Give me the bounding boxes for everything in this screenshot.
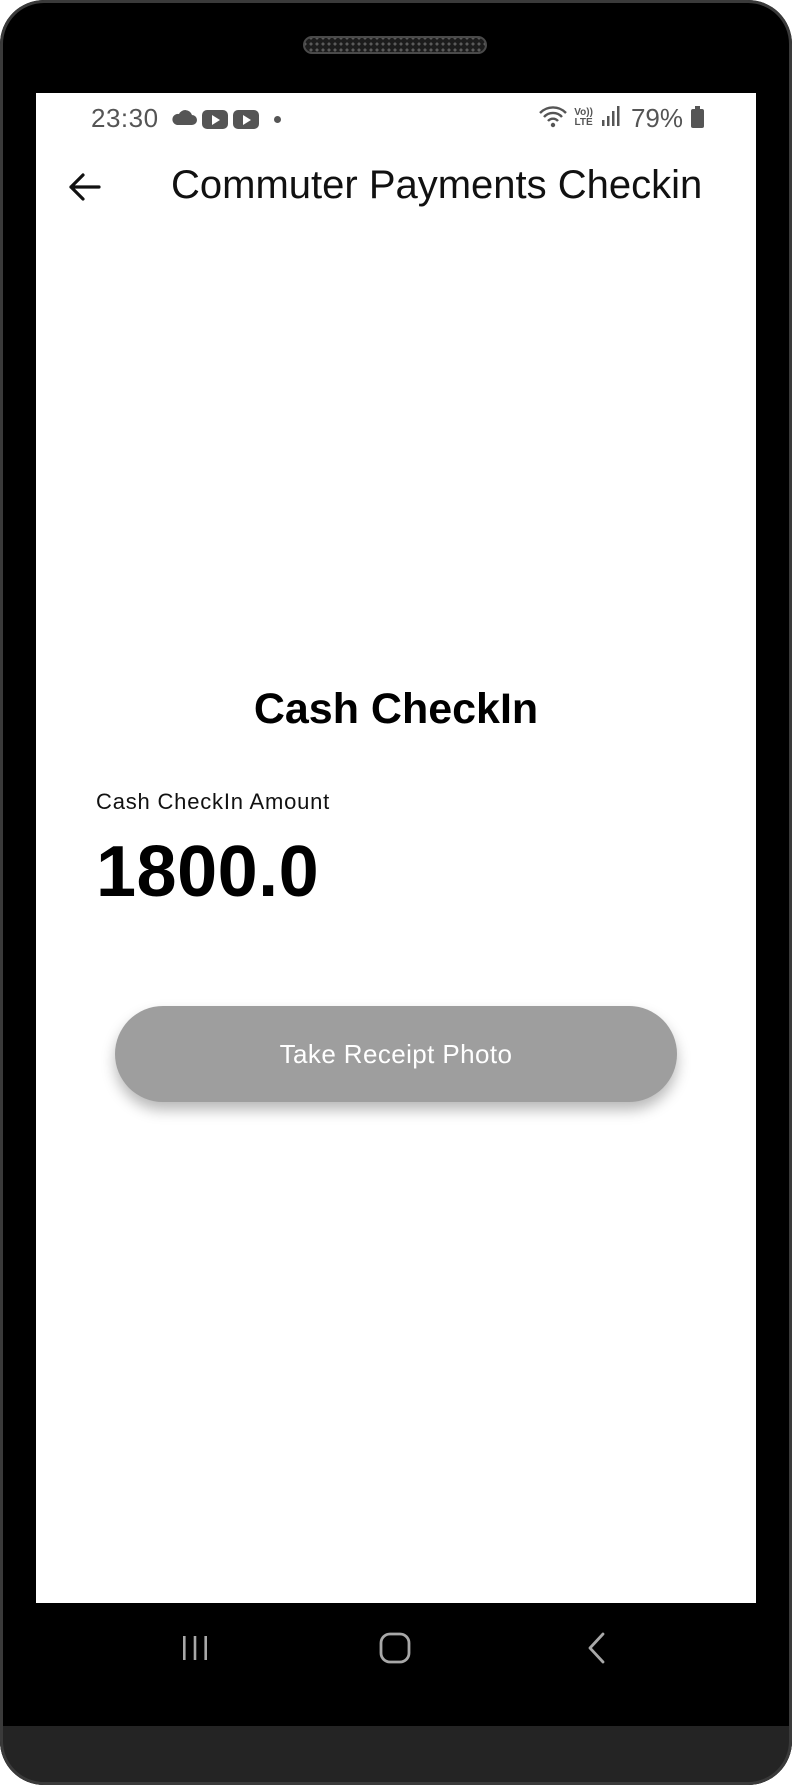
app-screen: 23:30 Vo)) LTE 79% Commuter Payments Che… (36, 93, 756, 1603)
back-button[interactable] (58, 161, 110, 213)
status-bar: 23:30 Vo)) LTE 79% (36, 93, 756, 143)
amount-label: Cash CheckIn Amount (96, 789, 331, 814)
home-button[interactable] (365, 1623, 425, 1673)
status-time: 23:30 (91, 103, 159, 133)
nav-back-button[interactable] (567, 1623, 627, 1673)
amount-value: 1800.0 (96, 832, 320, 912)
battery-percent: 79% (630, 102, 683, 133)
phone-frame: 23:30 Vo)) LTE 79% Commuter Payments Che… (0, 0, 792, 1785)
lte-label: LTE (574, 117, 593, 128)
system-status-icons: Vo)) LTE 79% (538, 103, 704, 133)
youtube-icon (233, 109, 259, 129)
signal-icon (601, 105, 621, 132)
notification-icons (171, 108, 281, 130)
earpiece-speaker (303, 36, 487, 54)
recents-button[interactable] (165, 1623, 225, 1673)
phone-chin (0, 1726, 792, 1785)
take-receipt-photo-button[interactable]: Take Receipt Photo (115, 1006, 677, 1102)
home-icon (379, 1632, 411, 1664)
app-bar: Commuter Payments Checkin (36, 143, 756, 233)
page-title: Commuter Payments Checkin (171, 163, 703, 207)
lte-indicator: Vo)) LTE (574, 108, 593, 128)
wifi-icon (538, 104, 568, 133)
back-chevron-icon (588, 1632, 605, 1664)
section-heading: Cash CheckIn (253, 685, 539, 733)
youtube-icon (202, 109, 228, 129)
arrow-left-icon (69, 173, 101, 201)
recents-icon (183, 1636, 207, 1660)
notification-dot-icon (274, 115, 281, 123)
battery-icon (691, 105, 704, 128)
cloud-icon (171, 109, 197, 130)
system-nav-bar (0, 1603, 792, 1693)
